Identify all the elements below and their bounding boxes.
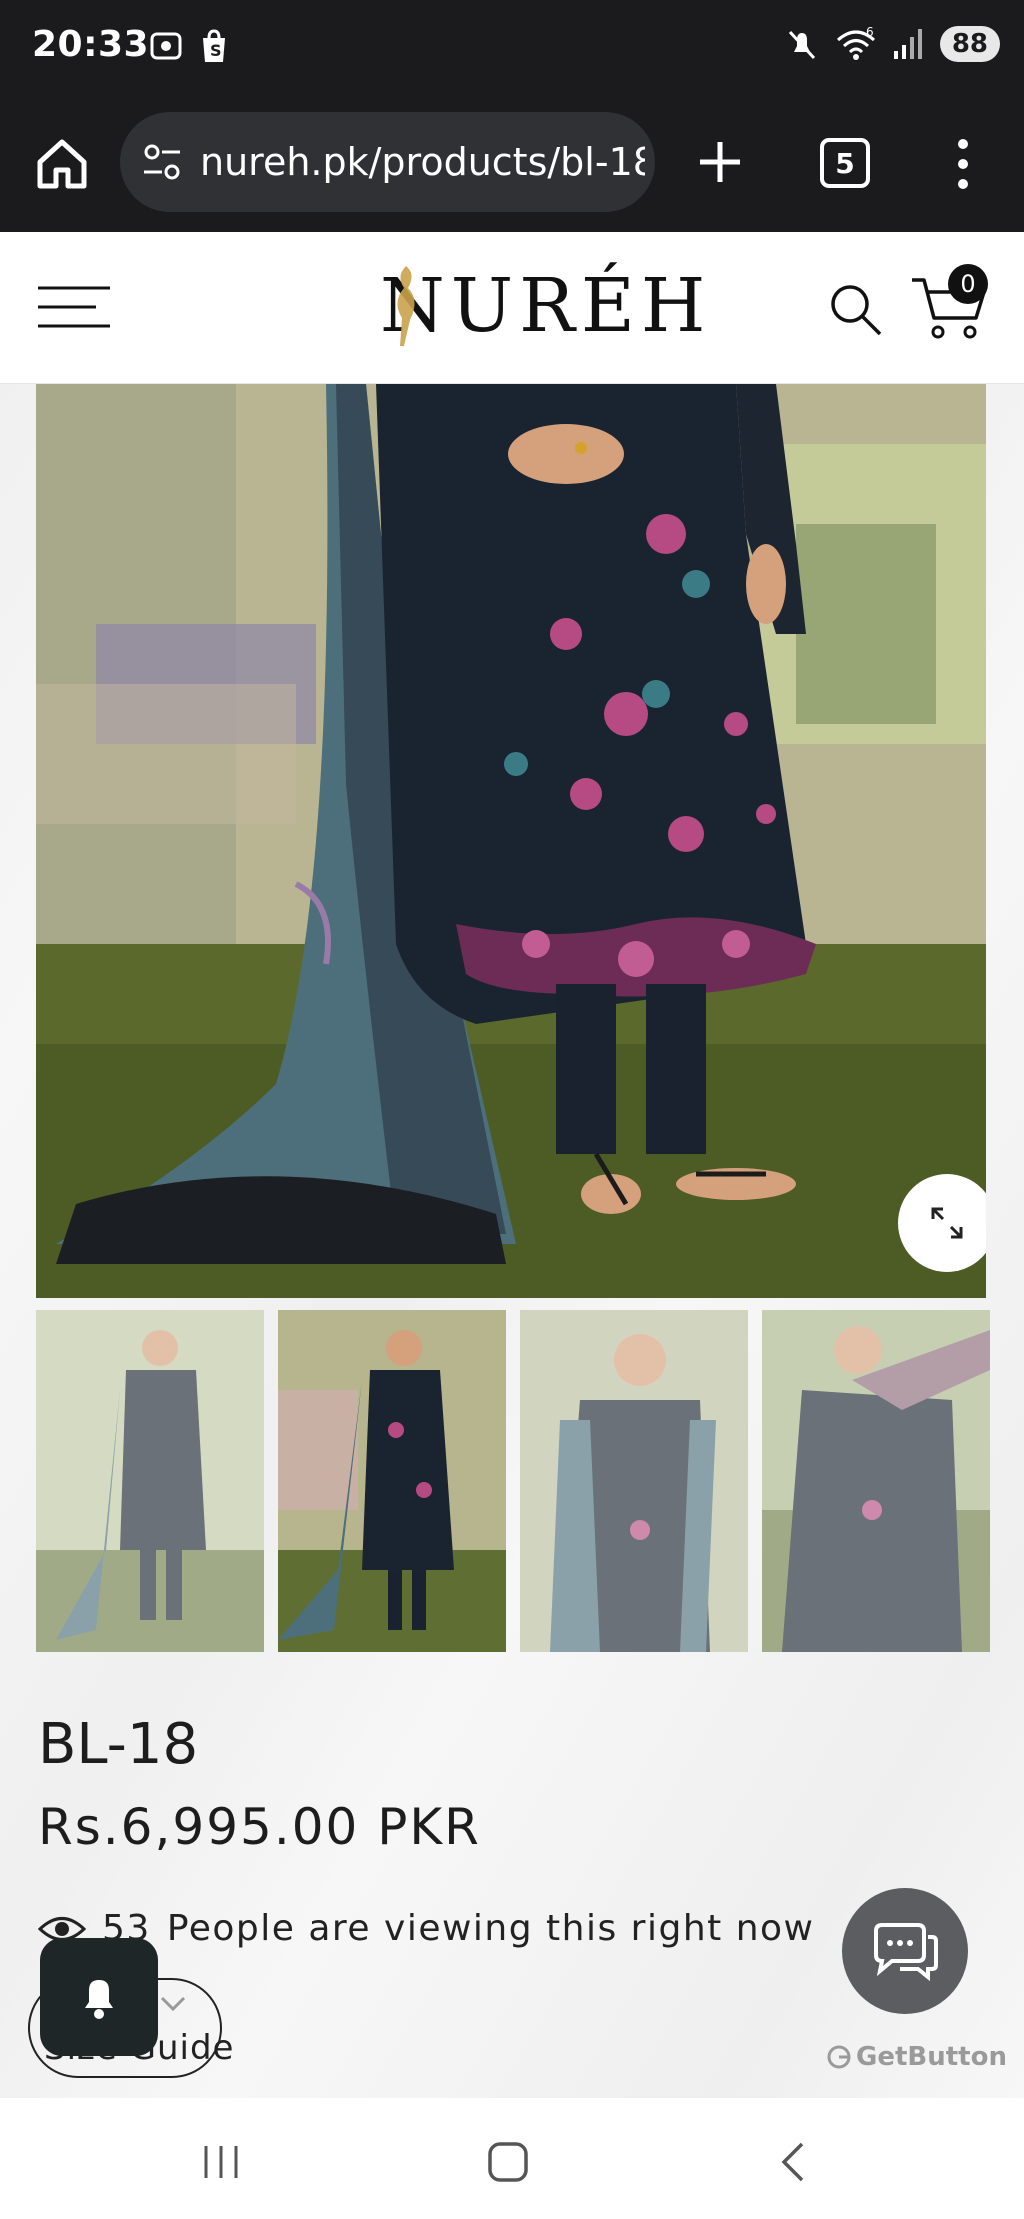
thumbnail-photo bbox=[520, 1310, 748, 1652]
screenshot-icon bbox=[150, 32, 182, 60]
home-icon[interactable] bbox=[30, 132, 94, 196]
notification-bell-button[interactable] bbox=[40, 1938, 158, 2056]
status-bar: 20:33 S 6 88 bbox=[0, 0, 1024, 96]
back-icon[interactable] bbox=[778, 2140, 808, 2184]
home-nav-icon[interactable] bbox=[486, 2140, 530, 2184]
signal-icon bbox=[893, 29, 922, 59]
status-left-icons: S bbox=[148, 28, 230, 64]
expand-image-button[interactable] bbox=[898, 1174, 986, 1272]
address-bar[interactable]: nureh.pk/products/bl-18 bbox=[120, 112, 655, 212]
svg-text:S: S bbox=[210, 41, 222, 60]
thumbnail-4[interactable] bbox=[762, 1310, 990, 1652]
getbutton-branding[interactable]: GetButton bbox=[826, 2042, 1007, 2072]
thumbnail-1[interactable] bbox=[36, 1310, 264, 1652]
product-title: BL-18 bbox=[38, 1712, 199, 1777]
site-header: NURÉH bbox=[0, 232, 1024, 384]
wifi-label: 6 bbox=[866, 26, 874, 39]
expand-icon bbox=[931, 1207, 963, 1239]
site-logo[interactable]: NURÉH bbox=[380, 256, 711, 356]
thumbnail-3[interactable] bbox=[520, 1310, 748, 1652]
thumbnail-photo bbox=[278, 1310, 506, 1652]
bell-icon bbox=[85, 1980, 113, 2019]
mute-icon bbox=[788, 30, 815, 60]
chat-widget-button[interactable] bbox=[842, 1888, 968, 2014]
wifi-icon: 6 bbox=[836, 26, 875, 60]
chevron-down-icon bbox=[160, 1996, 186, 2012]
logo-figure-icon bbox=[397, 266, 415, 346]
hamburger-menu-icon[interactable] bbox=[36, 282, 112, 332]
shopping-bag-icon: S bbox=[203, 29, 225, 62]
product-main-image[interactable] bbox=[36, 384, 986, 1298]
browser-toolbar: nureh.pk/products/bl-18 5 bbox=[0, 96, 1024, 232]
status-right: 6 88 bbox=[784, 26, 1000, 62]
cart-count-badge: 0 bbox=[948, 264, 988, 304]
site-settings-icon[interactable] bbox=[140, 140, 184, 184]
product-price: Rs.6,995.00 PKR bbox=[38, 1798, 481, 1856]
getbutton-logo-icon bbox=[827, 2045, 851, 2069]
more-vert-icon[interactable] bbox=[948, 132, 978, 196]
tab-switcher-button[interactable]: 5 bbox=[820, 138, 870, 188]
system-nav-bar bbox=[0, 2098, 1024, 2219]
product-photo bbox=[36, 384, 986, 1298]
getbutton-label: GetButton bbox=[856, 2042, 1007, 2072]
search-icon[interactable] bbox=[826, 280, 884, 338]
battery-badge: 88 bbox=[939, 26, 1000, 62]
chat-bubble-icon bbox=[874, 1923, 938, 1981]
product-content: BL-18 Rs.6,995.00 PKR 53 People are view… bbox=[0, 384, 1024, 2098]
logo-text: NURÉH bbox=[380, 263, 712, 349]
recents-icon[interactable] bbox=[200, 2142, 242, 2182]
thumbnail-photo bbox=[762, 1310, 990, 1652]
thumbnail-2[interactable] bbox=[278, 1310, 506, 1652]
viewers-notice: 53 People are viewing this right now bbox=[38, 1908, 814, 1949]
url-text[interactable]: nureh.pk/products/bl-18 bbox=[200, 140, 645, 184]
new-tab-icon[interactable] bbox=[690, 132, 750, 192]
viewers-text: People are viewing this right now bbox=[166, 1908, 815, 1949]
thumbnail-photo bbox=[36, 1310, 264, 1652]
thumbnail-strip bbox=[36, 1310, 990, 1652]
status-time: 20:33 bbox=[32, 24, 150, 65]
